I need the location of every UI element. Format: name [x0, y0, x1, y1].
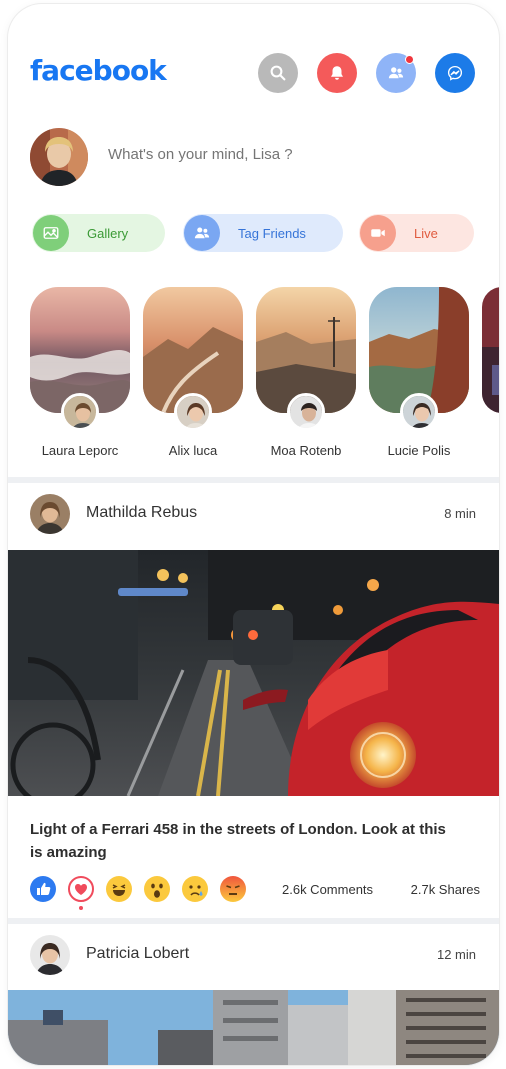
post-header: Patricia Lobert 12 min [30, 935, 476, 975]
notification-badge [405, 55, 414, 64]
friends-button[interactable] [376, 53, 416, 93]
live-button[interactable]: Live [359, 214, 474, 252]
post-image[interactable] [8, 990, 499, 1065]
post-image[interactable] [8, 550, 499, 796]
section-divider [8, 477, 499, 483]
facebook-logo[interactable]: facebook [30, 54, 167, 87]
image-icon [33, 215, 69, 251]
sad-icon[interactable] [182, 876, 208, 902]
author-avatar[interactable] [30, 494, 70, 534]
post-caption: Light of a Ferrari 458 in the streets of… [30, 821, 446, 861]
story-card[interactable] [482, 287, 499, 413]
post-time: 8 min [444, 506, 476, 521]
status-input[interactable] [108, 146, 408, 163]
phone-frame: facebook What's on your mind, Lisa ? Gal… [8, 4, 499, 1065]
like-icon[interactable] [30, 876, 56, 902]
haha-icon[interactable] [106, 876, 132, 902]
shares-count[interactable]: 2.7k Shares [411, 882, 480, 897]
notifications-button[interactable] [317, 53, 357, 93]
author-avatar[interactable] [30, 935, 70, 975]
wow-icon[interactable] [144, 876, 170, 902]
story-card[interactable]: Moa Rotenb [256, 287, 356, 458]
messenger-icon [447, 65, 463, 81]
gallery-button[interactable]: Gallery [32, 214, 165, 252]
messenger-button[interactable] [435, 53, 475, 93]
composer [30, 128, 480, 188]
bell-icon [331, 66, 343, 80]
stories-row: Laura Leporc Alix luca Moa Rotenb Lucie … [30, 287, 499, 467]
tag-friends-button[interactable]: Tag Friends [183, 214, 343, 252]
story-avatar [400, 393, 438, 431]
story-image [482, 287, 499, 413]
active-reaction-dot [79, 906, 83, 910]
story-avatar [174, 393, 212, 431]
story-name: Lucie Polis [387, 443, 451, 458]
gallery-label: Gallery [87, 225, 129, 241]
header: facebook [8, 4, 499, 114]
search-icon [270, 65, 286, 81]
user-avatar[interactable] [30, 128, 88, 186]
tag-friends-label: Tag Friends [238, 225, 306, 241]
story-avatar [61, 393, 99, 431]
post-time: 12 min [436, 947, 476, 962]
post-header: Mathilda Rebus 8 min [30, 494, 476, 534]
reactions-bar: 2.6k Comments 2.7k Shares [30, 876, 480, 910]
friends-icon [388, 67, 404, 79]
love-icon[interactable] [68, 876, 94, 902]
comments-count[interactable]: 2.6k Comments [282, 882, 373, 897]
author-name[interactable]: Mathilda Rebus [86, 504, 197, 522]
story-card[interactable]: Lucie Polis [369, 287, 469, 458]
live-label: Live [414, 225, 438, 241]
author-name[interactable]: Patricia Lobert [86, 945, 189, 963]
tag-friends-icon [184, 215, 220, 251]
story-name: Alix luca [168, 443, 218, 458]
story-card[interactable]: Alix luca [143, 287, 243, 458]
story-card[interactable]: Laura Leporc [30, 287, 130, 458]
video-icon [360, 215, 396, 251]
section-divider [8, 918, 499, 924]
story-name: Moa Rotenb [270, 443, 342, 458]
story-avatar [287, 393, 325, 431]
search-button[interactable] [258, 53, 298, 93]
angry-icon[interactable] [220, 876, 246, 902]
story-name: Laura Leporc [41, 443, 119, 458]
